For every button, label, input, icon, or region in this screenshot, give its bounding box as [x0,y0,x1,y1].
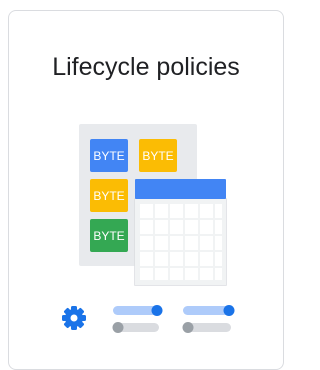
svg-text:BYTE: BYTE [142,149,173,163]
toggle-on [113,305,163,316]
byte-tile: BYTE [90,219,128,252]
svg-text:BYTE: BYTE [93,149,124,163]
toggle-off [112,322,159,333]
lifecycle-illustration: BYTE BYTE BYTE BYTE [62,124,235,333]
gear-icon [62,306,86,330]
toggle-off [182,322,231,333]
lifecycle-policies-card[interactable]: Lifecycle policies BYTE BYTE BYTE BYTE [8,10,284,370]
svg-text:BYTE: BYTE [93,189,124,203]
toggle-on [183,305,235,316]
byte-tile: BYTE [139,139,177,172]
table-icon [134,179,227,286]
byte-tile: BYTE [90,179,128,212]
byte-tile: BYTE [90,139,128,172]
svg-text:BYTE: BYTE [93,229,124,243]
